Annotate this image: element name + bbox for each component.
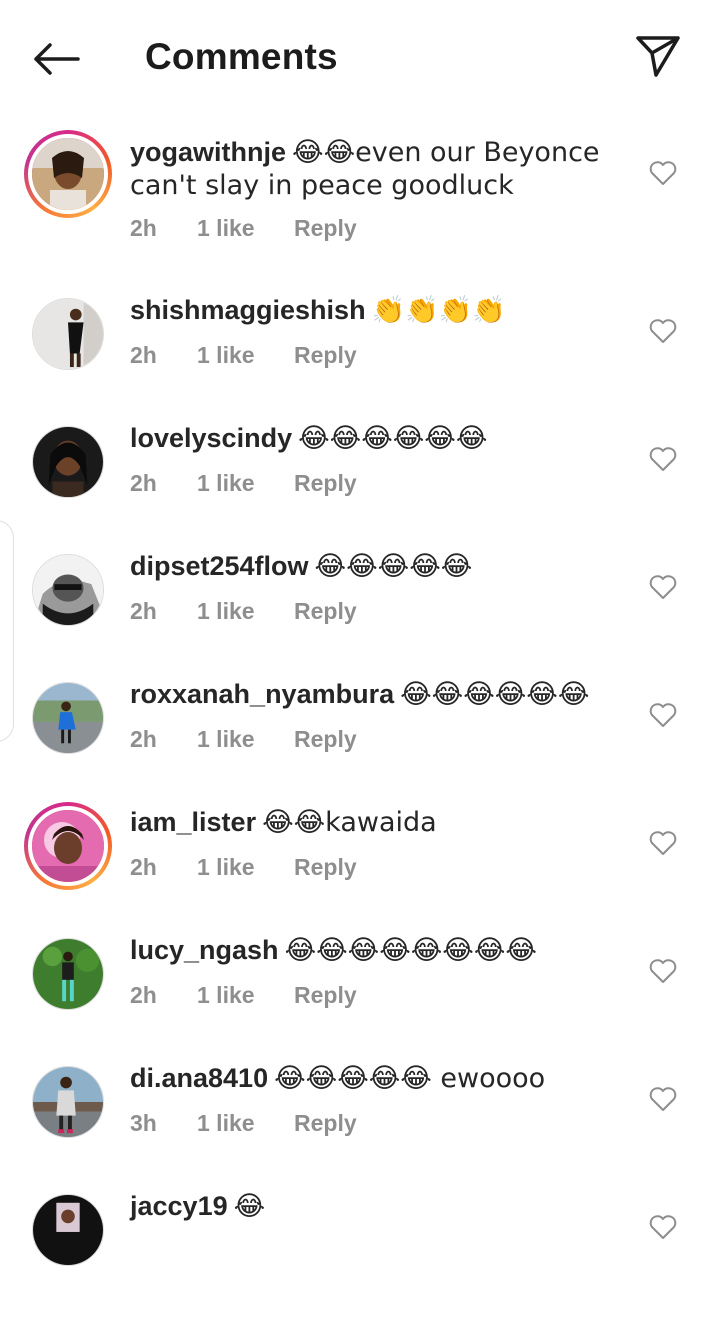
comment-body: 😂😂😂😂😂😂	[298, 423, 488, 454]
comment-body: 😂😂kawaida	[262, 807, 437, 838]
comment-text: shishmaggieshish 👏👏👏👏	[130, 294, 650, 327]
comment-text: iam_lister 😂😂kawaida	[130, 806, 650, 839]
comment-likes[interactable]: 1 like	[197, 342, 294, 369]
avatar[interactable]	[32, 298, 104, 370]
avatar[interactable]	[32, 682, 104, 754]
comment-username[interactable]: lovelyscindy	[130, 423, 292, 453]
avatar[interactable]	[32, 554, 104, 626]
comment-item: shishmaggieshish 👏👏👏👏 2h 1 like Reply	[0, 294, 720, 422]
comment-item: lucy_ngash 😂😂😂😂😂😂😂😂 2h 1 like Reply	[0, 934, 720, 1062]
comment-text: lovelyscindy 😂😂😂😂😂😂	[130, 422, 650, 455]
comment-likes[interactable]: 1 like	[197, 215, 294, 242]
comment-item: lovelyscindy 😂😂😂😂😂😂 2h 1 like Reply	[0, 422, 720, 550]
comment-item: yogawithnje 😂😂even our Beyonce can't slay…	[0, 118, 720, 246]
story-ring[interactable]	[24, 130, 112, 218]
comment-body: 😂😂😂😂😂	[314, 551, 473, 582]
avatar[interactable]	[32, 1194, 104, 1266]
comment-username[interactable]: lucy_ngash	[130, 935, 279, 965]
avatar-wrap[interactable]	[32, 682, 104, 754]
comment-likes[interactable]: 1 like	[197, 470, 294, 497]
reply-button[interactable]: Reply	[294, 982, 357, 1009]
avatar[interactable]	[32, 426, 104, 498]
comment-time: 2h	[130, 726, 157, 752]
comment-meta: 3h 1 like Reply	[130, 1110, 357, 1137]
comment-body: 😂	[233, 1191, 266, 1222]
comment-body: 😂😂😂😂😂 ewoooo	[274, 1063, 546, 1094]
reply-button[interactable]: Reply	[294, 215, 357, 242]
like-heart-icon[interactable]	[648, 1212, 678, 1242]
like-heart-icon[interactable]	[648, 1084, 678, 1114]
comment-text: roxxanah_nyambura 😂😂😂😂😂😂	[130, 678, 650, 711]
avatar-wrap[interactable]	[32, 1194, 104, 1266]
comment-likes[interactable]: 1 like	[197, 854, 294, 881]
header-bar: Comments	[0, 0, 720, 118]
comment-username[interactable]: dipset254flow	[130, 551, 309, 581]
comment-time: 2h	[130, 470, 157, 496]
comment-body: 😂😂😂😂😂😂	[400, 679, 590, 710]
page-title: Comments	[145, 36, 338, 77]
comment-likes[interactable]: 1 like	[197, 726, 294, 753]
like-heart-icon[interactable]	[648, 828, 678, 858]
avatar-wrap[interactable]	[32, 426, 104, 498]
comment-meta: 2h 1 like Reply	[130, 854, 357, 881]
comment-item: iam_lister 😂😂kawaida 2h 1 like Reply	[0, 802, 720, 934]
comment-time: 2h	[130, 982, 157, 1008]
comment-text: yogawithnje 😂😂even our Beyonce can't slay…	[130, 136, 650, 202]
comment-meta: 2h 1 like Reply	[130, 982, 357, 1009]
direct-send-icon[interactable]	[630, 30, 686, 82]
avatar-wrap[interactable]	[32, 938, 104, 1010]
comment-text: dipset254flow 😂😂😂😂😂	[130, 550, 650, 583]
comment-meta: 2h 1 like Reply	[130, 470, 357, 497]
like-heart-icon[interactable]	[648, 956, 678, 986]
comment-username[interactable]: shishmaggieshish	[130, 295, 366, 325]
comment-likes[interactable]: 1 like	[197, 1110, 294, 1137]
comment-meta: 2h 1 like Reply	[130, 726, 357, 753]
like-heart-icon[interactable]	[648, 316, 678, 346]
comment-likes[interactable]: 1 like	[197, 598, 294, 625]
comment-time: 3h	[130, 1110, 157, 1136]
comment-text: jaccy19 😂	[130, 1190, 650, 1223]
comment-body: 😂😂😂😂😂😂😂😂	[284, 935, 537, 966]
like-heart-icon[interactable]	[648, 700, 678, 730]
comment-item: roxxanah_nyambura 😂😂😂😂😂😂 2h 1 like Reply	[0, 678, 720, 806]
comment-username[interactable]: yogawithnje	[130, 137, 286, 167]
like-heart-icon[interactable]	[648, 572, 678, 602]
avatar[interactable]	[32, 938, 104, 1010]
comment-likes[interactable]: 1 like	[197, 982, 294, 1009]
comment-text: lucy_ngash 😂😂😂😂😂😂😂😂	[130, 934, 650, 967]
comment-item: dipset254flow 😂😂😂😂😂 2h 1 like Reply	[0, 550, 720, 678]
avatar[interactable]	[28, 806, 108, 886]
comment-meta: 2h 1 like Reply	[130, 215, 357, 242]
reply-button[interactable]: Reply	[294, 854, 357, 881]
avatar[interactable]	[32, 1066, 104, 1138]
comment-time: 2h	[130, 598, 157, 624]
comment-time: 2h	[130, 342, 157, 368]
avatar-wrap[interactable]	[32, 554, 104, 626]
reply-button[interactable]: Reply	[294, 598, 357, 625]
comment-username[interactable]: di.ana8410	[130, 1063, 268, 1093]
comment-username[interactable]: roxxanah_nyambura	[130, 679, 394, 709]
like-heart-icon[interactable]	[648, 444, 678, 474]
comment-time: 2h	[130, 854, 157, 880]
comment-time: 2h	[130, 215, 157, 241]
comment-body: 👏👏👏👏	[371, 295, 507, 326]
back-arrow-icon[interactable]	[28, 34, 84, 84]
comment-meta: 2h 1 like Reply	[130, 598, 357, 625]
avatar-wrap[interactable]	[32, 1066, 104, 1138]
comment-item: di.ana8410 😂😂😂😂😂 ewoooo 3h 1 like Reply	[0, 1062, 720, 1190]
reply-button[interactable]: Reply	[294, 1110, 357, 1137]
like-heart-icon[interactable]	[648, 158, 678, 188]
reply-button[interactable]: Reply	[294, 470, 357, 497]
reply-button[interactable]: Reply	[294, 726, 357, 753]
comment-username[interactable]: jaccy19	[130, 1191, 228, 1221]
avatar[interactable]	[28, 134, 108, 214]
reply-button[interactable]: Reply	[294, 342, 357, 369]
comment-username[interactable]: iam_lister	[130, 807, 256, 837]
comment-item: jaccy19 😂	[0, 1190, 720, 1318]
comment-text: di.ana8410 😂😂😂😂😂 ewoooo	[130, 1062, 650, 1095]
comment-meta: 2h 1 like Reply	[130, 342, 357, 369]
story-ring[interactable]	[24, 802, 112, 890]
avatar-wrap[interactable]	[32, 298, 104, 370]
